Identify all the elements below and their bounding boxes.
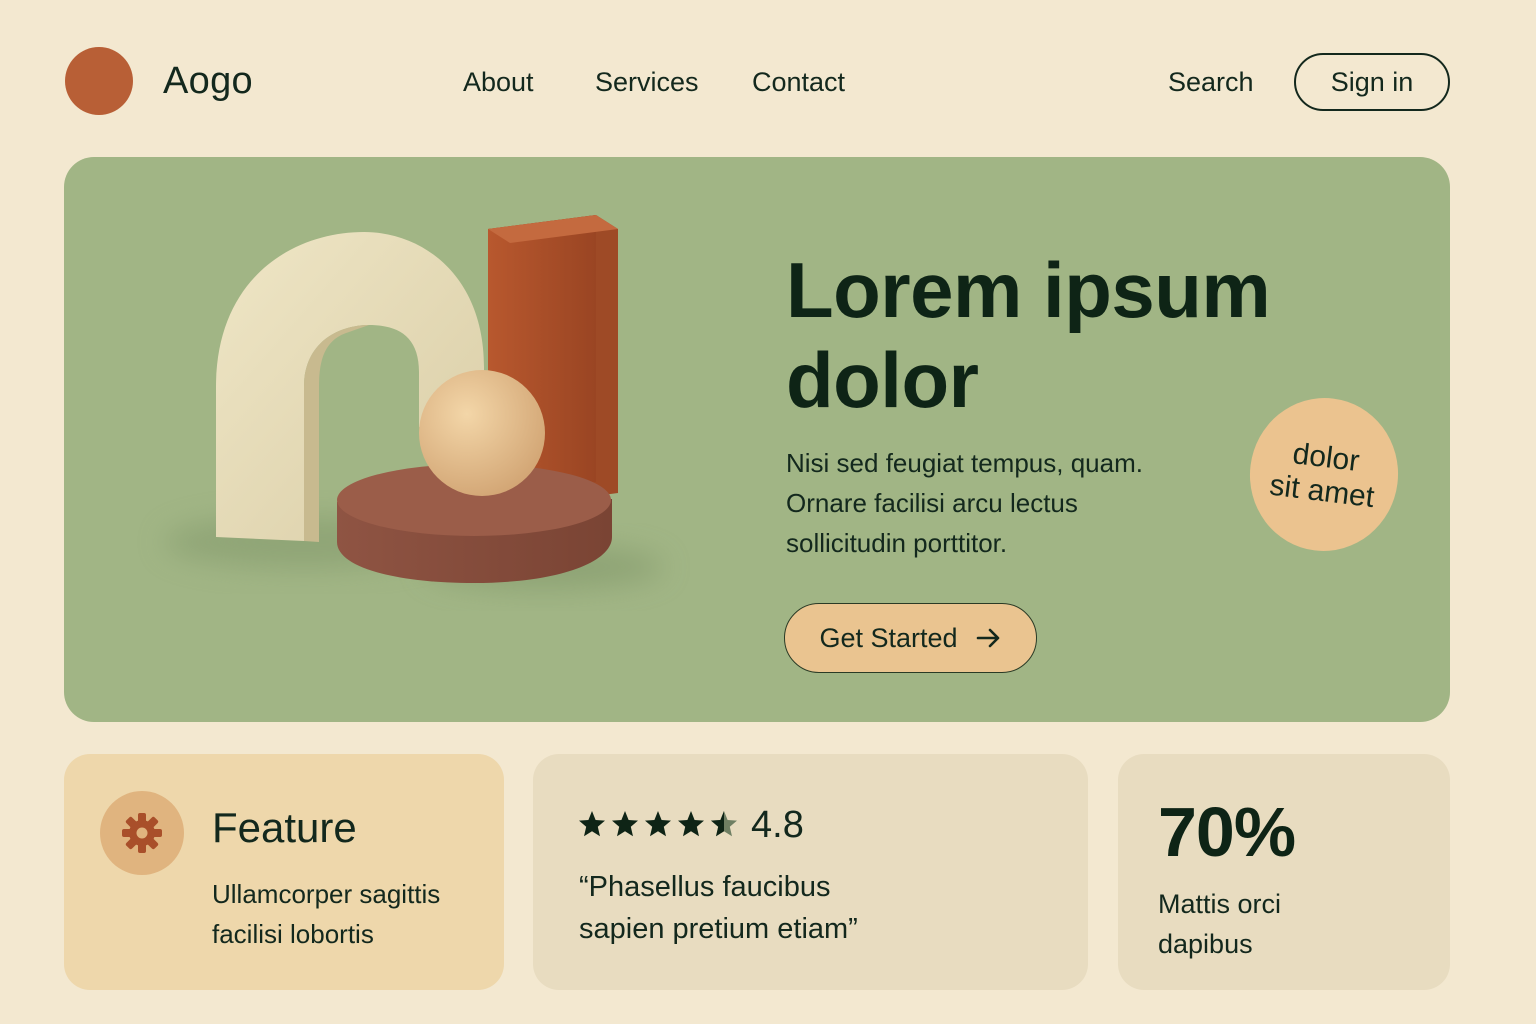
feature-icon-badge xyxy=(100,791,184,875)
rating-value: 4.8 xyxy=(751,804,804,846)
feature-description-line: Ullamcorper sagittis xyxy=(212,879,441,909)
get-started-label: Get Started xyxy=(819,622,958,653)
feature-description: Ullamcorper sagittis facilisi lobortis xyxy=(212,874,492,954)
logo-mark[interactable] xyxy=(65,47,133,115)
nav-link-about[interactable]: About xyxy=(463,66,534,98)
stat-label-line: Mattis orci xyxy=(1158,889,1282,919)
testimonial-quote-line: “Phasellus faucibus xyxy=(579,871,831,903)
stat-label: Mattis orci dapibus xyxy=(1158,884,1398,964)
testimonial-quote-line: sapien pretium etiam” xyxy=(579,913,858,945)
landing-page: Aogo About Services Contact Search Sign … xyxy=(0,0,1536,1024)
sign-in-button[interactable]: Sign in xyxy=(1294,53,1450,111)
star-icon xyxy=(612,811,638,837)
star-icon xyxy=(678,811,704,837)
sphere-shape xyxy=(419,370,545,496)
hero-description: Nisi sed feugiat tempus, quam. Ornare fa… xyxy=(786,443,1246,563)
hero-description-line: Nisi sed feugiat tempus, quam. xyxy=(786,448,1143,478)
search-link[interactable]: Search xyxy=(1168,66,1254,98)
rating-card[interactable]: 4.8 “Phasellus faucibus sapien pretium e… xyxy=(533,754,1088,990)
star-icon xyxy=(579,811,605,837)
nav-link-services[interactable]: Services xyxy=(595,66,699,98)
brand-name[interactable]: Aogo xyxy=(163,60,253,103)
stat-value: 70% xyxy=(1158,793,1296,871)
gear-icon xyxy=(122,813,162,853)
hero-banner: Lorem ipsum dolor Nisi sed feugiat tempu… xyxy=(64,157,1450,722)
hero-title: Lorem ipsum dolor xyxy=(786,245,1386,425)
hero-description-line: Ornare facilisi arcu lectus xyxy=(786,488,1078,518)
feature-card[interactable]: Feature Ullamcorper sagittis facilisi lo… xyxy=(64,754,504,990)
hero-description-line: sollicitudin porttitor. xyxy=(786,528,1008,558)
star-rating xyxy=(577,809,739,839)
hero-illustration xyxy=(164,215,664,589)
testimonial-quote: “Phasellus faucibus sapien pretium etiam… xyxy=(579,866,1059,950)
promo-badge-line: sit amet xyxy=(1267,468,1377,514)
stat-label-line: dapibus xyxy=(1158,929,1253,959)
star-icon xyxy=(645,811,671,837)
nav-link-contact[interactable]: Contact xyxy=(752,66,845,98)
get-started-button[interactable]: Get Started xyxy=(784,603,1037,673)
feature-title: Feature xyxy=(212,804,357,851)
stat-card[interactable]: 70% Mattis orci dapibus xyxy=(1118,754,1450,990)
arrow-right-icon xyxy=(976,628,999,648)
hero-title-line: Lorem ipsum xyxy=(786,246,1271,334)
feature-description-line: facilisi lobortis xyxy=(212,919,374,949)
star-half-icon xyxy=(711,811,737,837)
